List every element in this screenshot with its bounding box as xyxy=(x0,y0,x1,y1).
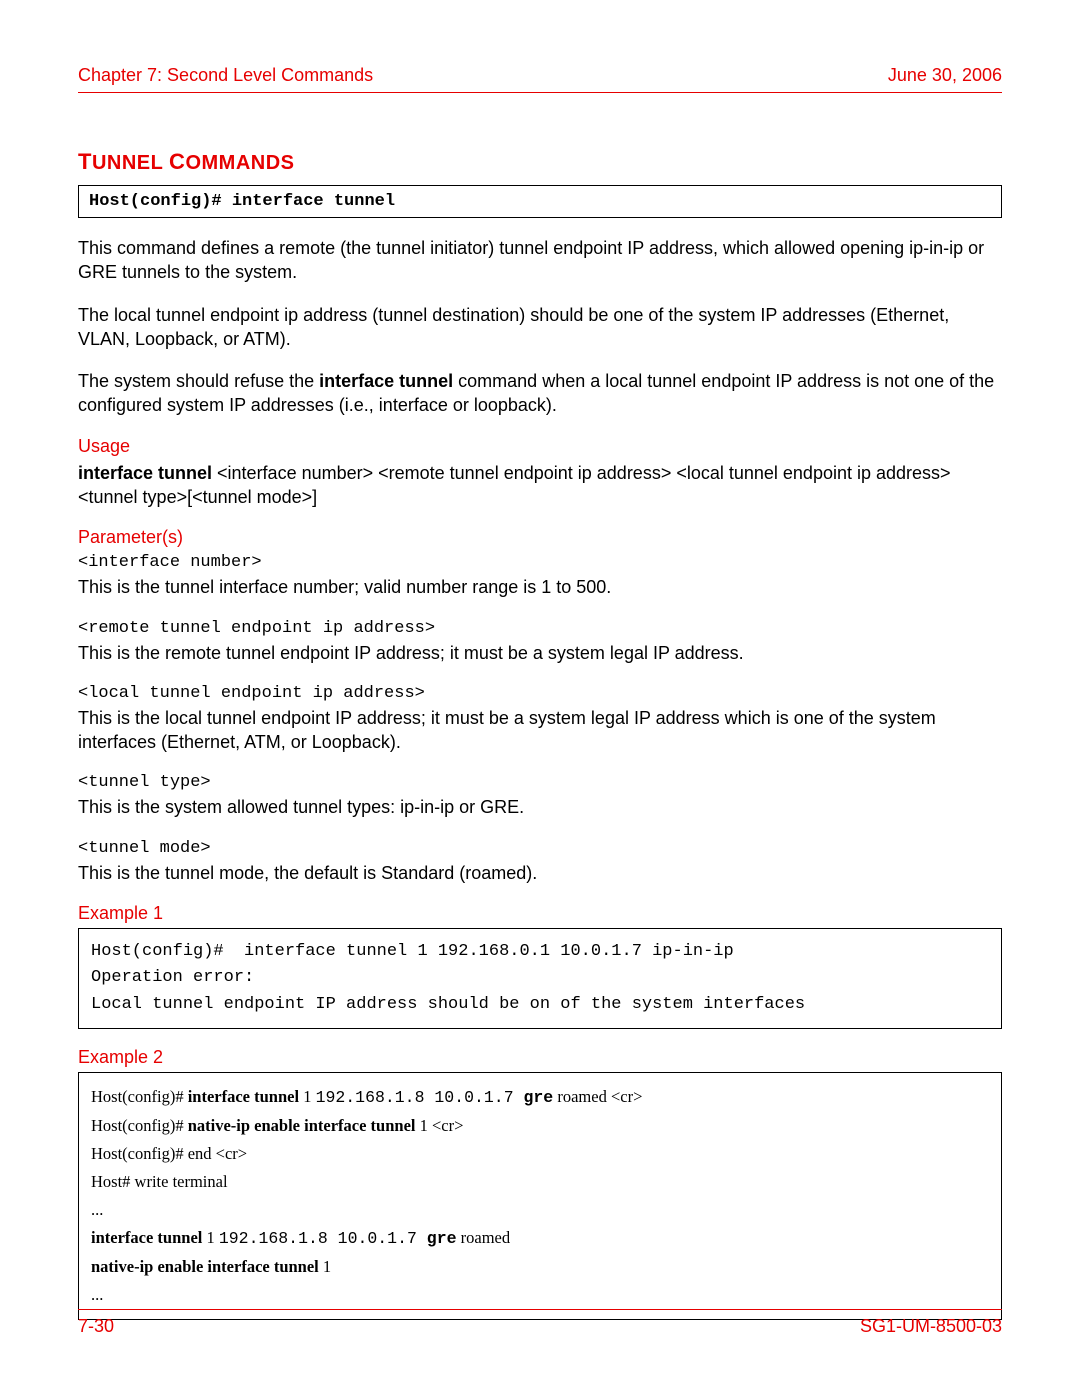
example2-line: native-ip enable interface tunnel 1 xyxy=(91,1253,989,1281)
header-date: June 30, 2006 xyxy=(888,65,1002,86)
param-desc: This is the remote tunnel endpoint IP ad… xyxy=(78,641,1002,665)
param-name: <interface number> xyxy=(78,552,1002,575)
example2-line: ... xyxy=(91,1281,989,1309)
example1-box: Host(config)# interface tunnel 1 192.168… xyxy=(78,928,1002,1029)
param-desc: This is the system allowed tunnel types:… xyxy=(78,795,1002,819)
intro-paragraph-1: This command defines a remote (the tunne… xyxy=(78,236,1002,285)
parameters-heading: Parameter(s) xyxy=(78,527,1002,548)
footer-page-number: 7-30 xyxy=(78,1316,114,1337)
example2-line: Host(config)# interface tunnel 1 192.168… xyxy=(91,1083,989,1112)
usage-line: interface tunnel <interface number> <rem… xyxy=(78,461,1002,510)
intro-paragraph-3: The system should refuse the interface t… xyxy=(78,369,1002,418)
example2-line: Host(config)# end <cr> xyxy=(91,1140,989,1168)
param-name: <local tunnel endpoint ip address> xyxy=(78,683,1002,706)
param-item: <tunnel type> This is the system allowed… xyxy=(78,772,1002,819)
page-header: Chapter 7: Second Level Commands June 30… xyxy=(78,65,1002,93)
param-item: <local tunnel endpoint ip address> This … xyxy=(78,683,1002,755)
example2-line: interface tunnel 1 192.168.1.8 10.0.1.7 … xyxy=(91,1224,989,1253)
param-name: <tunnel mode> xyxy=(78,838,1002,861)
intro-paragraph-2: The local tunnel endpoint ip address (tu… xyxy=(78,303,1002,352)
example2-box: Host(config)# interface tunnel 1 192.168… xyxy=(78,1072,1002,1320)
command-syntax-box: Host(config)# interface tunnel xyxy=(78,185,1002,218)
example2-line: Host# write terminal xyxy=(91,1168,989,1196)
param-item: <interface number> This is the tunnel in… xyxy=(78,552,1002,599)
param-name: <remote tunnel endpoint ip address> xyxy=(78,618,1002,641)
usage-heading: Usage xyxy=(78,436,1002,457)
param-name: <tunnel type> xyxy=(78,772,1002,795)
param-item: <remote tunnel endpoint ip address> This… xyxy=(78,618,1002,665)
param-desc: This is the tunnel interface number; val… xyxy=(78,575,1002,599)
section-title: TUNNEL COMMANDS xyxy=(78,149,1002,175)
param-desc: This is the local tunnel endpoint IP add… xyxy=(78,706,1002,755)
param-desc: This is the tunnel mode, the default is … xyxy=(78,861,1002,885)
param-item: <tunnel mode> This is the tunnel mode, t… xyxy=(78,838,1002,885)
example2-heading: Example 2 xyxy=(78,1047,1002,1068)
footer-doc-id: SG1-UM-8500-03 xyxy=(860,1316,1002,1337)
header-chapter: Chapter 7: Second Level Commands xyxy=(78,65,373,86)
page-footer: 7-30 SG1-UM-8500-03 xyxy=(78,1309,1002,1337)
example2-line: Host(config)# native-ip enable interface… xyxy=(91,1112,989,1140)
example1-heading: Example 1 xyxy=(78,903,1002,924)
example2-line: ... xyxy=(91,1196,989,1224)
